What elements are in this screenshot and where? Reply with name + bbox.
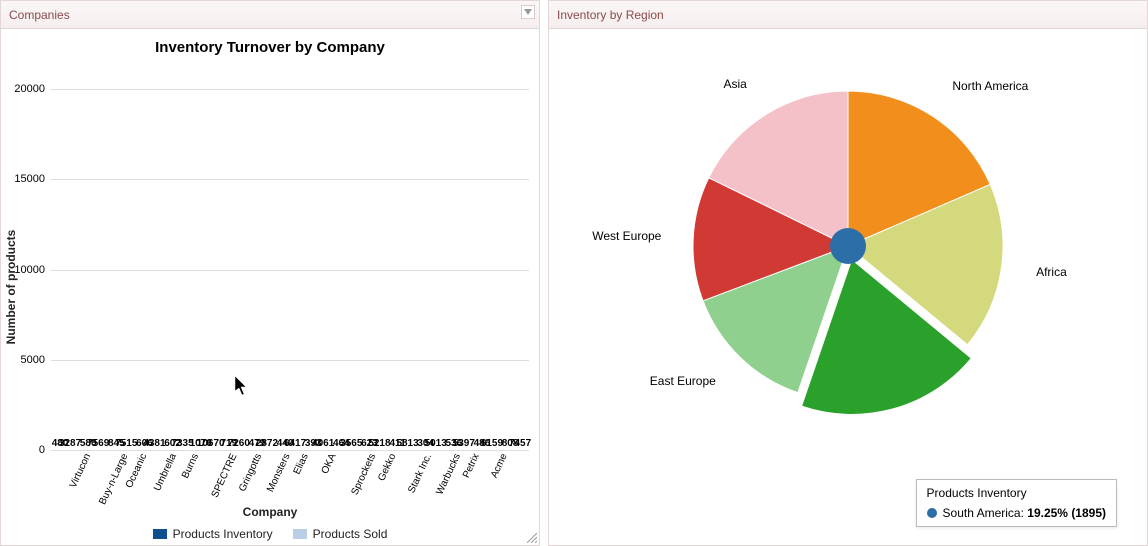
tooltip-text: South America: 19.25% (1895) — [943, 506, 1106, 520]
x-tick: Monsters — [248, 450, 276, 500]
legend-swatch-sold — [293, 529, 307, 539]
tooltip-row: South America: 19.25% (1895) — [927, 506, 1106, 520]
panel-companies: Companies Inventory Turnover by Company … — [0, 0, 540, 546]
legend-item-inventory[interactable]: Products Inventory — [153, 527, 273, 541]
pie-slice-label: East Europe — [650, 374, 716, 388]
legend-swatch-inventory — [153, 529, 167, 539]
pie-slice-label: Africa — [1036, 265, 1067, 279]
pie-slice-label: Asia — [723, 77, 746, 91]
bar-value-label: 5218 — [368, 438, 390, 449]
x-tick: Warbucks — [417, 450, 445, 500]
bar-value-label: 3565 — [340, 438, 362, 449]
bar-value-label: 5397 — [453, 438, 475, 449]
x-tick: Sprockets — [332, 450, 360, 500]
dashboard: Companies Inventory Turnover by Company … — [0, 0, 1148, 546]
pie-slice-label: West Europe — [592, 229, 661, 243]
bar-value-label: 5813 — [396, 438, 418, 449]
x-tick: Virtucon — [51, 450, 79, 500]
bar-value-label: 7515 — [115, 438, 137, 449]
bar-value-label: 5013 — [425, 438, 447, 449]
x-tick: Burns — [164, 450, 192, 500]
bar-value-label: 4381 — [143, 438, 165, 449]
x-tick: Acme — [473, 450, 501, 500]
pie-tooltip: Products Inventory South America: 19.25%… — [916, 479, 1117, 527]
bar-value-label: 7569 — [87, 438, 109, 449]
x-tick: Buy-n-Large — [79, 450, 107, 500]
pie-slice-label: North America — [952, 79, 1028, 93]
bar-value-label: 6417 — [284, 438, 306, 449]
y-tick-label: 20000 — [14, 83, 45, 95]
bar-chart-legend: Products Inventory Products Sold — [1, 527, 539, 541]
panel-menu-dropdown[interactable] — [521, 5, 535, 19]
tooltip-dot-icon — [927, 508, 937, 518]
resize-icon — [527, 533, 537, 543]
bar-value-label: 7260 — [228, 438, 250, 449]
bar-value-label: 2872 — [256, 438, 278, 449]
x-tick: Gringotts — [220, 450, 248, 500]
x-axis-label: Company — [1, 505, 539, 519]
bar-value-label: 4061 — [312, 438, 334, 449]
x-tick: Petrix — [445, 450, 473, 500]
legend-label: Products Inventory — [173, 527, 273, 541]
x-tick: Elias — [276, 450, 304, 500]
tooltip-title: Products Inventory — [927, 486, 1106, 500]
bar-value-label: 7457 — [509, 438, 531, 449]
x-tick: Umbrella — [135, 450, 163, 500]
bar-value-label: 3287 — [59, 438, 81, 449]
x-tick: SPECTRE — [192, 450, 220, 500]
bar-chart-title: Inventory Turnover by Company — [1, 39, 539, 56]
x-tick: Stark Inc. — [389, 450, 417, 500]
bar-chart-plot-area[interactable]: 0500010000150002000048032875807569845751… — [51, 89, 529, 450]
bar-chart-body: Inventory Turnover by Company Number of … — [1, 29, 539, 545]
y-axis-label: Number of products — [4, 230, 18, 345]
x-tick: Gekko — [360, 450, 388, 500]
y-tick-label: 0 — [39, 444, 45, 456]
pie-chart-body: North AmericaAfricaSouth AmericaEast Eur… — [549, 1, 1147, 545]
legend-item-sold[interactable]: Products Sold — [293, 527, 388, 541]
y-tick-label: 15000 — [14, 173, 45, 185]
x-tick: Oceanic — [107, 450, 135, 500]
y-tick-label: 10000 — [14, 264, 45, 276]
y-tick-label: 5000 — [21, 354, 45, 366]
legend-label: Products Sold — [313, 527, 388, 541]
panel-header-companies: Companies — [1, 1, 539, 29]
bars-container: 4803287580756984575156064381602733510701… — [51, 89, 529, 450]
pie-center-dot — [830, 228, 866, 264]
resize-handle[interactable] — [527, 533, 537, 543]
x-axis-ticks: VirtuconBuy-n-LargeOceanicUmbrellaBurnsS… — [51, 450, 529, 500]
chevron-down-icon — [524, 9, 532, 15]
bar-value-label: 6159 — [481, 438, 503, 449]
panel-title: Companies — [9, 8, 70, 22]
x-tick: OKA — [304, 450, 332, 500]
panel-inventory-region: Inventory by Region North AmericaAfricaS… — [548, 0, 1148, 546]
